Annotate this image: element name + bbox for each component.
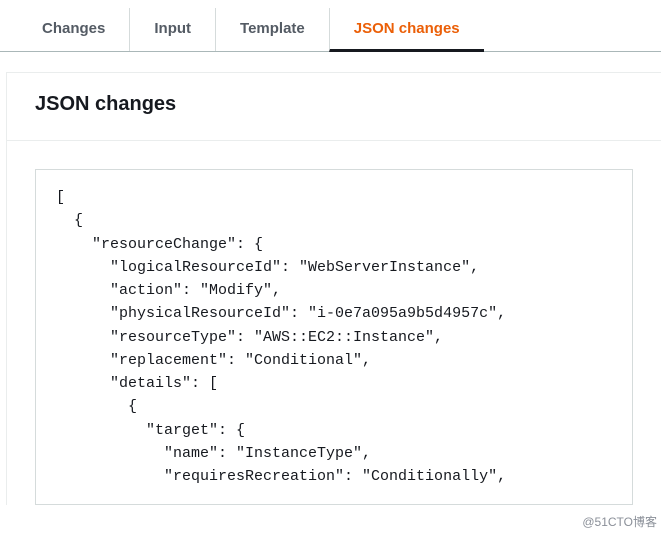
json-code: [ { "resourceChange": { "logicalResource… bbox=[56, 186, 612, 488]
tab-changes[interactable]: Changes bbox=[18, 8, 129, 51]
tab-input[interactable]: Input bbox=[129, 8, 215, 51]
code-block: [ { "resourceChange": { "logicalResource… bbox=[35, 169, 633, 505]
watermark: @51CTO博客 bbox=[582, 513, 657, 530]
tab-json-changes[interactable]: JSON changes bbox=[329, 8, 484, 52]
tab-bar: Changes Input Template JSON changes bbox=[0, 0, 661, 52]
tab-template[interactable]: Template bbox=[215, 8, 329, 51]
section-title: JSON changes bbox=[7, 73, 661, 141]
content-panel: JSON changes [ { "resourceChange": { "lo… bbox=[6, 72, 661, 505]
